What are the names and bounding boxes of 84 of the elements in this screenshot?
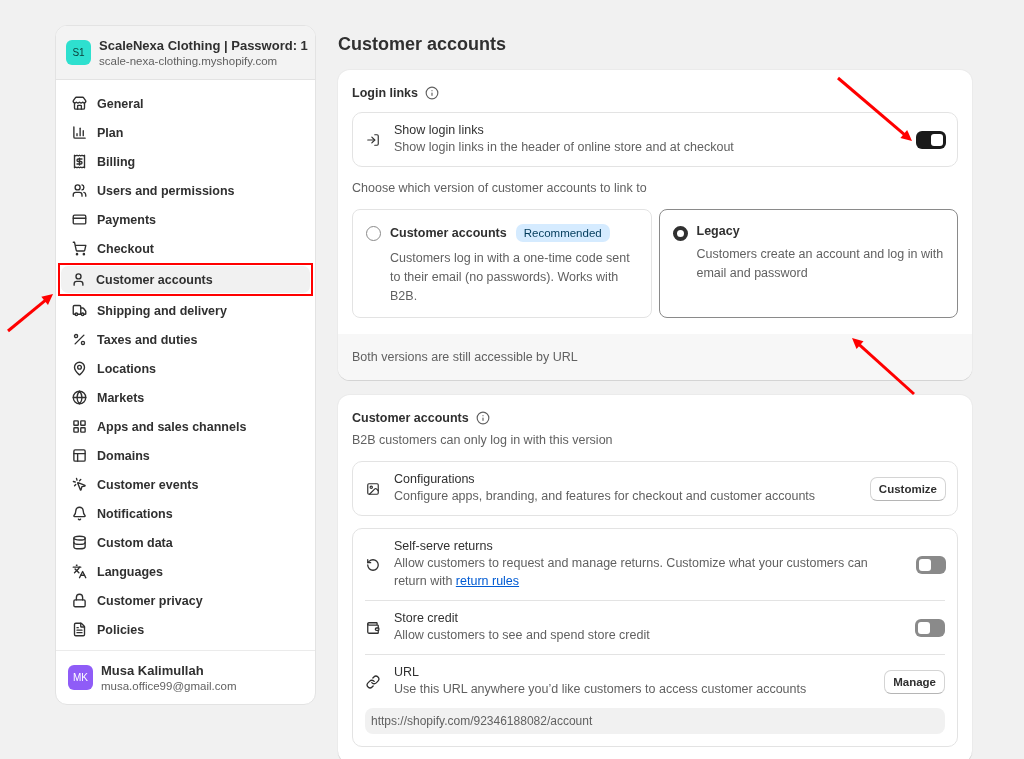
sidebar-item[interactable]: Shipping and delivery (62, 297, 309, 324)
section-subtitle: B2B customers can only log in with this version (352, 432, 614, 449)
card-icon (72, 212, 87, 227)
page-title: Customer accounts (338, 34, 508, 55)
sidebar-item[interactable]: Locations (62, 355, 309, 382)
wallet-icon (366, 620, 380, 635)
receipt-icon (72, 154, 87, 169)
card-footer: Both versions are still accessible by URL (338, 334, 972, 380)
setting-title: Show login links (394, 123, 485, 137)
grid-icon (72, 419, 87, 434)
sidebar-item[interactable]: Languages (62, 558, 309, 585)
manage-button[interactable]: Manage (884, 669, 945, 694)
url-field[interactable]: https://shopify.com/92346188082/account (365, 708, 945, 734)
window-icon (72, 448, 87, 463)
setting-description: Configure apps, branding, and features for checkout and customer accounts (394, 488, 817, 505)
sidebar-item[interactable]: General (62, 90, 309, 117)
store-icon (72, 96, 87, 111)
sidebar-item[interactable]: Customer privacy (62, 587, 309, 614)
option-title: Legacy (696, 224, 740, 238)
user-name: Musa Kalimullah (101, 663, 205, 678)
setting-title: Configurations (394, 472, 476, 486)
truck-icon (72, 303, 87, 318)
sidebar-item[interactable]: Domains (62, 442, 309, 469)
database-icon (72, 535, 87, 550)
version-option[interactable]: Customer accounts Recommended Customers log in with a one-time code sent to their email (no passwords). Works with B2B. (352, 209, 652, 318)
toggle-switch[interactable] (916, 555, 946, 574)
image-icon (366, 481, 380, 496)
chart-icon (72, 125, 87, 140)
sidebar-item[interactable]: Customer events (62, 471, 309, 498)
option-description: Customers log in with a one-time code sent to their email (no passwords). Works with B2B. (390, 251, 630, 303)
toggle-switch[interactable] (916, 130, 946, 149)
link-icon (366, 674, 380, 689)
document-icon (72, 622, 87, 637)
setting-description: Allow customers to see and spend store credit (394, 627, 651, 644)
languages-icon (72, 564, 87, 579)
option-title: Customer accounts (390, 226, 507, 240)
store-name: ScaleNexa Clothing | Password: 1 (99, 38, 307, 53)
option-description: Customers create an account and log in with email and password (696, 247, 944, 280)
return-icon (366, 557, 380, 572)
toggle-switch[interactable] (915, 618, 945, 637)
setting-description: Use this URL anywhere you’d like customers to access customer accounts (394, 681, 808, 698)
recommended-badge: Recommended (515, 224, 610, 242)
login-icon (366, 132, 380, 147)
person-icon (71, 272, 86, 287)
sidebar-item[interactable]: Payments (62, 206, 309, 233)
sidebar-item[interactable]: Markets (62, 384, 309, 411)
globe-icon (72, 390, 87, 405)
info-icon[interactable] (475, 411, 490, 425)
sidebar-item[interactable]: Policies (62, 616, 309, 643)
user-avatar: MK (68, 665, 93, 690)
setting-description: Show login links in the header of online store and at checkout (394, 139, 735, 156)
user-email: musa.office99@gmail.com (101, 680, 237, 692)
store-domain: scale-nexa-clothing.myshopify.com (99, 55, 279, 67)
setting-title: Store credit (394, 611, 459, 625)
sidebar-item[interactable]: Customer accounts (61, 266, 310, 293)
setting-title: Self-serve returns (394, 539, 494, 553)
users-icon (72, 183, 87, 198)
annotation-arrow (852, 338, 915, 396)
sidebar-item[interactable]: Billing (62, 148, 309, 175)
radio-button[interactable] (672, 226, 688, 241)
sidebar-item[interactable]: Apps and sales channels (62, 413, 309, 440)
sidebar-item[interactable]: Taxes and duties (62, 326, 309, 353)
version-option[interactable]: Legacy Customers create an account and log in with email and password (658, 209, 958, 318)
return-rules-link[interactable]: return rules (455, 574, 520, 588)
setting-description: Allow customers to request and manage returns. Customize what your customers can return with return rules (394, 555, 869, 590)
lock-icon (72, 593, 87, 608)
info-icon[interactable] (425, 86, 439, 100)
section-title: Login links (352, 86, 418, 100)
section-title: Customer accounts (352, 411, 469, 425)
pointer-icon (72, 477, 87, 492)
sidebar-item[interactable]: Users and permissions (62, 177, 309, 204)
percent-icon (72, 332, 87, 347)
prompt-text: Choose which version of customer accounts to link to (352, 180, 648, 197)
sidebar-item[interactable]: Checkout (62, 235, 309, 262)
annotation-arrow (7, 294, 53, 333)
bell-icon (72, 506, 87, 521)
sidebar-item[interactable]: Custom data (62, 529, 309, 556)
store-avatar: S1 (66, 40, 91, 65)
pin-icon (72, 361, 87, 376)
setting-title: URL (394, 665, 420, 679)
sidebar-item[interactable]: Plan (62, 119, 309, 146)
cart-icon (72, 241, 87, 256)
sidebar-item[interactable]: Notifications (62, 500, 309, 527)
customize-button[interactable]: Customize (869, 476, 946, 501)
